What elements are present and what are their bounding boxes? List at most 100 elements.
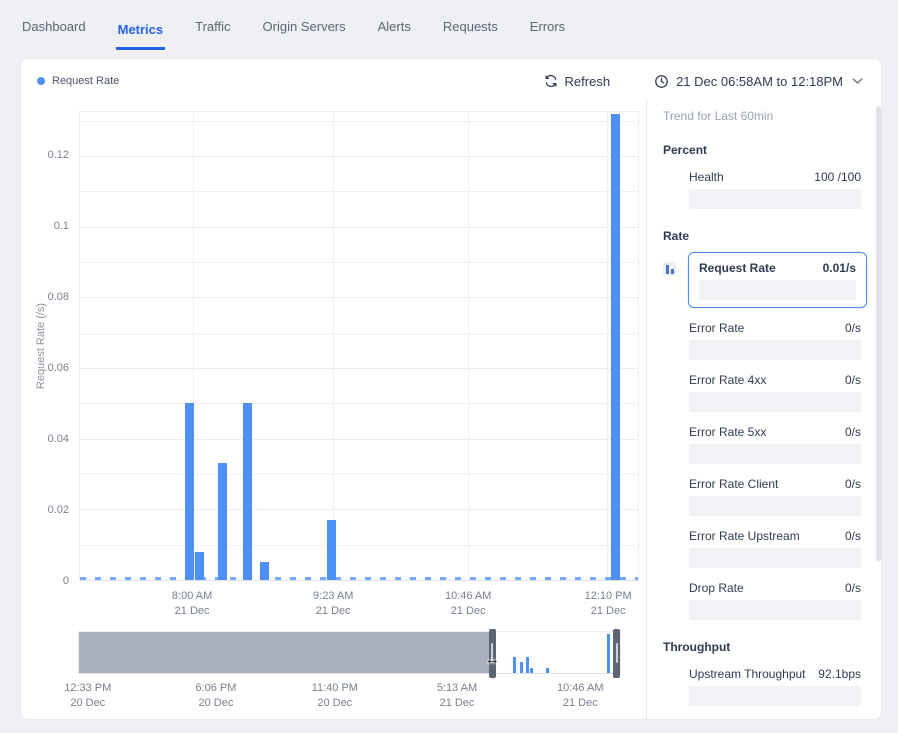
- tab-dashboard[interactable]: Dashboard: [20, 19, 88, 50]
- metric-value: 0/s: [845, 373, 861, 387]
- trend-sections: PercentHealth100 /100 Rate Request Rate0.0…: [655, 143, 861, 720]
- tab-alerts[interactable]: Alerts: [376, 19, 413, 50]
- metric-value: 0/s: [845, 321, 861, 335]
- tab-metrics[interactable]: Metrics: [116, 22, 166, 50]
- metric-label-row: Error Rate 4xx 0/s: [689, 373, 861, 387]
- x-tick-label: 10:46 AM21 Dec: [445, 589, 491, 619]
- chevron-down-icon: [852, 77, 863, 85]
- metric-value: 0.76kbps: [812, 719, 861, 720]
- brush-tick-time: 12:33 PM: [64, 681, 111, 696]
- metric-error-rate[interactable]: Error Rate0/s: [689, 321, 861, 360]
- brush-bar: [526, 657, 529, 673]
- brush-mask: [79, 632, 492, 673]
- legend-request-rate[interactable]: Request Rate: [37, 75, 119, 87]
- legend-label: Request Rate: [52, 75, 119, 87]
- metric-error-rate-client[interactable]: Error Rate Client 0/s: [689, 477, 861, 516]
- x-tick-date: 21 Dec: [313, 604, 353, 619]
- y-tick-label: 0.04: [21, 433, 69, 445]
- sparkline-strip: [689, 686, 861, 706]
- sparkline-strip: [689, 340, 861, 360]
- metric-label-row: Error Rate 5xx 0/s: [689, 425, 861, 439]
- y-axis-ticks: 00.020.040.060.080.10.12: [21, 111, 69, 581]
- y-tick-label: 0.06: [21, 362, 69, 374]
- brush-timeline[interactable]: ↔: [78, 631, 621, 674]
- gridline-h: [80, 227, 638, 228]
- section-throughput: ThroughputUpstream Throughput92.1bpsDown…: [655, 640, 861, 720]
- gridline-h: [80, 439, 638, 440]
- metric-label: Upstream Throughput: [689, 667, 806, 681]
- tab-traffic[interactable]: Traffic: [193, 19, 232, 50]
- brush-bar: [520, 662, 523, 673]
- metric-error-rate-upstream[interactable]: Error Rate Upstream0/s: [689, 529, 861, 568]
- y-tick-label: 0: [21, 575, 69, 587]
- metric-health[interactable]: Health100 /100: [689, 170, 861, 209]
- bar-chart-icon-bar: [671, 269, 674, 274]
- baseline-markers: [80, 577, 638, 580]
- metric-error-rate-4xx[interactable]: Error Rate 4xx 0/s: [689, 373, 861, 412]
- chart-bar: [327, 520, 336, 580]
- sidebar-scrollbar[interactable]: [876, 106, 881, 561]
- brush-tick-date: 20 Dec: [195, 696, 236, 711]
- metric-label-row: Error Rate Client 0/s: [689, 477, 861, 491]
- metric-label-row: Error Rate0/s: [689, 321, 861, 335]
- x-tick-label: 8:00 AM21 Dec: [172, 589, 212, 619]
- brush-bar: [530, 668, 533, 673]
- metric-label: Error Rate 4xx: [689, 373, 766, 387]
- brush-bar: [607, 634, 610, 673]
- metric-label: Drop Rate: [689, 581, 744, 595]
- chart-bar: [260, 562, 269, 580]
- brush-tick-label: 6:06 PM20 Dec: [195, 681, 236, 711]
- section-heading: Rate: [663, 229, 861, 243]
- brush-tick-time: 6:06 PM: [195, 681, 236, 696]
- metric-upstream-throughput[interactable]: Upstream Throughput92.1bps: [689, 667, 861, 706]
- time-range-selector[interactable]: 21 Dec 06:58AM to 12:18PM: [654, 74, 863, 89]
- metric-label-row: Upstream Throughput92.1bps: [689, 667, 861, 681]
- sparkline-strip: [699, 280, 856, 300]
- chart-bar: [195, 552, 204, 580]
- sparkline-strip: [689, 444, 861, 464]
- trend-sidebar-title: Trend for Last 60min: [663, 109, 861, 123]
- x-tick-label: 12:10 PM21 Dec: [585, 589, 632, 619]
- metric-label: Error Rate 5xx: [689, 425, 766, 439]
- metrics-panel: Request Rate Refresh 21 Dec 06:58: [20, 58, 882, 720]
- metric-label: Error Rate Upstream: [689, 529, 800, 543]
- brush-left-handle[interactable]: [489, 629, 496, 678]
- metric-drop-rate[interactable]: Drop Rate 0/s: [689, 581, 861, 620]
- y-tick-label: 0.02: [21, 504, 69, 516]
- gridline-h: [80, 333, 638, 334]
- gridline-h: [80, 297, 638, 298]
- section-percent: PercentHealth100 /100: [655, 143, 861, 209]
- selected-metric-row: Request Rate0.01/s: [663, 252, 867, 308]
- refresh-button[interactable]: Refresh: [544, 74, 611, 89]
- chart-bar: [243, 403, 252, 580]
- tab-errors[interactable]: Errors: [528, 19, 567, 50]
- metric-label-row: Downstream Throughput0.76kbps: [689, 719, 861, 720]
- metric-label-row: Request Rate0.01/s: [699, 261, 856, 275]
- brush-right-handle[interactable]: [613, 629, 620, 678]
- brush-tick-date: 20 Dec: [312, 696, 358, 711]
- metric-value: 0/s: [845, 581, 861, 595]
- tab-origin-servers[interactable]: Origin Servers: [261, 19, 348, 50]
- metric-label: Downstream Throughput: [689, 719, 812, 720]
- metric-downstream-throughput[interactable]: Downstream Throughput0.76kbps: [689, 719, 861, 720]
- metric-value: 0/s: [845, 425, 861, 439]
- y-tick-label: 0.12: [21, 149, 69, 161]
- metric-label-row: Health100 /100: [689, 170, 861, 184]
- sparkline-strip: [689, 189, 861, 209]
- bar-chart-plot[interactable]: [79, 111, 639, 581]
- metric-value: 0/s: [845, 477, 861, 491]
- tab-requests[interactable]: Requests: [441, 19, 500, 50]
- metric-request-rate[interactable]: Request Rate0.01/s: [688, 252, 867, 308]
- gridline-h: [80, 403, 638, 404]
- brush-tick-time: 11:40 PM: [312, 681, 358, 696]
- gridline-h: [80, 156, 638, 157]
- brush-tick-label: 12:33 PM20 Dec: [64, 681, 111, 711]
- legend-dot-icon: [37, 77, 45, 85]
- y-tick-label: 0.08: [21, 291, 69, 303]
- sparkline-strip: [689, 392, 861, 412]
- x-tick-time: 10:46 AM: [445, 589, 491, 604]
- brush-tick-date: 21 Dec: [557, 696, 603, 711]
- metric-label: Error Rate Client: [689, 477, 778, 491]
- refresh-icon: [544, 74, 558, 88]
- metric-error-rate-5xx[interactable]: Error Rate 5xx 0/s: [689, 425, 861, 464]
